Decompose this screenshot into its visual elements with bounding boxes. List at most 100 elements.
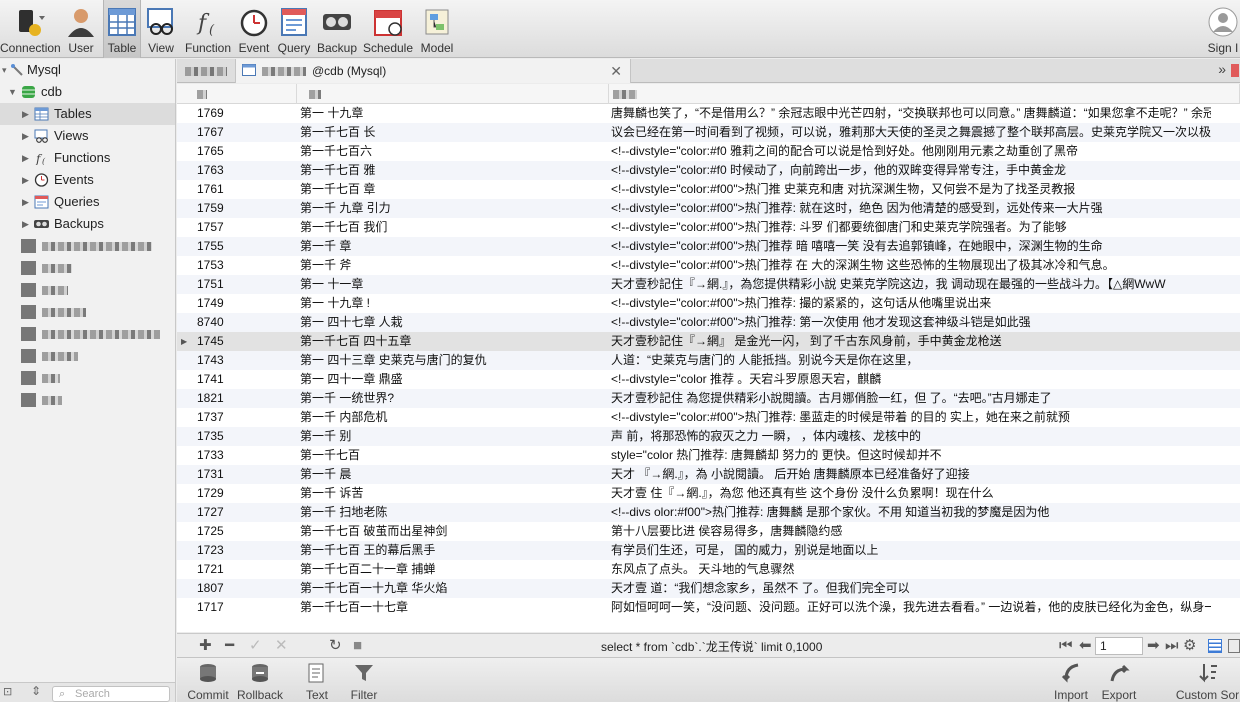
- toolbar-table[interactable]: Table: [103, 0, 141, 58]
- filter-button[interactable]: Filter: [342, 658, 386, 702]
- cell-id[interactable]: 1821: [195, 389, 295, 408]
- chevron-right-icon[interactable]: ▶: [22, 191, 32, 213]
- table-row[interactable]: 1731 第一千 晨天才 『→網.』，為 小說閱讀。 后开始 唐舞麟原本已经准备好…: [177, 465, 1240, 484]
- cell-title[interactable]: 第一千 九章 引力: [300, 199, 606, 218]
- table-row[interactable]: 1807 第一千七百一十九章 华火焰 天才壹 道：“我们想念家乡，虽然不 了。但我们…: [177, 579, 1240, 598]
- table-row[interactable]: 1737 第一千 内部危机 <!--divstyle="color:#f00">热门…: [177, 408, 1240, 427]
- chevron-right-icon[interactable]: ▶: [22, 213, 32, 235]
- cell-title[interactable]: 第一千七百一十九章 华火焰: [300, 579, 606, 598]
- tree-database-redacted[interactable]: [0, 279, 175, 301]
- cell-id[interactable]: 1731: [195, 465, 295, 484]
- table-row[interactable]: 1759 第一千 九章 引力 <!--divstyle="color:#f00">热…: [177, 199, 1240, 218]
- toolbar-user[interactable]: User: [58, 0, 104, 58]
- toolbar-schedule[interactable]: Schedule: [359, 0, 417, 58]
- toolbar-model[interactable]: Model: [417, 0, 457, 58]
- tree-node-tables[interactable]: ▶ Tables: [0, 103, 175, 125]
- table-row[interactable]: 1723 第一千七百 王的幕后黑手 有学员们生还，可是， 国的威力，别说是地面以上: [177, 541, 1240, 560]
- cell-id[interactable]: 1763: [195, 161, 295, 180]
- close-icon[interactable]: ✕: [610, 59, 622, 83]
- column-header-title[interactable]: [297, 84, 609, 104]
- cell-id[interactable]: 1727: [195, 503, 295, 522]
- text-button[interactable]: Text: [295, 658, 339, 702]
- table-row[interactable]: 1727 第一千 扫地老陈 <!--divs olor:#f00">热门推荐: 唐舞…: [177, 503, 1240, 522]
- table-row[interactable]: 1757 第一千七百 我们 <!--divstyle="color:#f00">热门…: [177, 218, 1240, 237]
- stop-button[interactable]: ■: [353, 636, 362, 656]
- cell-title[interactable]: 第一千七百 章: [300, 180, 606, 199]
- cell-content[interactable]: <!--divs olor:#f00">热门推荐: 唐舞麟 是那个家伙。不用 知…: [611, 503, 1211, 522]
- tree-database-cdb[interactable]: ▼ cdb: [0, 81, 175, 103]
- toolbar-function[interactable]: f( Function: [181, 0, 235, 58]
- refresh-button[interactable]: ↻: [329, 636, 342, 656]
- cell-id[interactable]: 1737: [195, 408, 295, 427]
- cell-title[interactable]: 第一千七百 破茧而出星神剑: [300, 522, 606, 541]
- cell-title[interactable]: 第一千 晨: [300, 465, 606, 484]
- discard-changes-button[interactable]: ✕: [275, 636, 288, 656]
- table-row[interactable]: 1769 第一 十九章 唐舞麟也笑了，“不是借用么？” 余冠志眼中光芒四射，“交换联…: [177, 104, 1240, 123]
- cell-title[interactable]: 第一千七百一十七章: [300, 598, 606, 617]
- cell-title[interactable]: 第一 四十一章 鼎盛: [300, 370, 606, 389]
- cell-content[interactable]: style="color 热门推荐: 唐舞麟却 努力的 更快。但这时候却并不: [611, 446, 1211, 465]
- cell-title[interactable]: 第一千七百 王的幕后黑手: [300, 541, 606, 560]
- cell-title[interactable]: 第一千 一统世界?: [300, 389, 606, 408]
- table-row[interactable]: 1763 第一千七百 雅 <!--divstyle="color:#f0 时候动了，…: [177, 161, 1240, 180]
- cell-id[interactable]: 1769: [195, 104, 295, 123]
- table-row[interactable]: 1751 第一 十一章 天才壹秒記住『→網.』，為您提供精彩小說 史莱克学院这边，我…: [177, 275, 1240, 294]
- add-row-button[interactable]: ✚: [199, 636, 212, 656]
- overflow-chevron-icon[interactable]: »: [1218, 61, 1226, 77]
- page-number-input[interactable]: 1: [1095, 637, 1143, 655]
- cell-content[interactable]: 阿如恒呵呵一笑，“没问题、没问题。正好可以洗个澡，我先进去看看。” 一边说着，他…: [611, 598, 1211, 617]
- cell-id[interactable]: 1757: [195, 218, 295, 237]
- table-row[interactable]: 1729 第一千 诉苦 天才壹 住『→網.』，為您 他还真有些 这个身份 没什么负累…: [177, 484, 1240, 503]
- tree-database-redacted[interactable]: [0, 235, 175, 257]
- cell-id[interactable]: 1765: [195, 142, 295, 161]
- toolbar-query[interactable]: Query: [273, 0, 315, 58]
- commit-button[interactable]: Commit: [183, 658, 233, 702]
- table-row[interactable]: 1767 第一千七百 长议会已经在第一时间看到了视频，可以说，雅莉那大天使的圣灵之…: [177, 123, 1240, 142]
- cell-content[interactable]: 唐舞麟也笑了，“不是借用么？” 余冠志眼中光芒四射，“交换联邦也可以同意。” 唐…: [611, 104, 1211, 123]
- custom-sort-button[interactable]: Custom Sor: [1175, 658, 1240, 702]
- cell-content[interactable]: <!--divstyle="color:#f0 时候动了，向前跨出一步，他的双眸…: [611, 161, 1211, 180]
- table-row[interactable]: 1755 第一千 章 <!--divstyle="color:#f00">热门推荐 …: [177, 237, 1240, 256]
- chevron-right-icon[interactable]: ▶: [22, 169, 32, 191]
- cell-content[interactable]: 声 前，将那恐怖的寂灭之力 一瞬， ，体内魂核、龙核中的: [611, 427, 1211, 446]
- cell-content[interactable]: <!--divstyle="color 推荐 。天宕斗罗原恩天宕，麒麟: [611, 370, 1211, 389]
- cell-content[interactable]: <!--divstyle="color:#f00">热门推荐: 墨蓝走的时候是带…: [611, 408, 1211, 427]
- table-row[interactable]: 1717 第一千七百一十七章 阿如恒呵呵一笑，“没问题、没问题。正好可以洗个澡，我先…: [177, 598, 1240, 617]
- cell-title[interactable]: 第一千 内部危机: [300, 408, 606, 427]
- cell-title[interactable]: 第一千 别: [300, 427, 606, 446]
- import-button[interactable]: Import: [1047, 658, 1095, 702]
- chevron-right-icon[interactable]: ▶: [22, 103, 32, 125]
- cell-title[interactable]: 第一千七百 长: [300, 123, 606, 142]
- table-row[interactable]: 8740 第一 四十七章 人栽 <!--divstyle="color:#f00">…: [177, 313, 1240, 332]
- table-row[interactable]: 1821 第一千 一统世界? 天才壹秒記住 為您提供精彩小說閱讀。古月娜俏脸一红，但…: [177, 389, 1240, 408]
- gear-icon[interactable]: ⚙: [1183, 636, 1196, 656]
- cell-content[interactable]: 天才 『→網.』，為 小說閱讀。 后开始 唐舞麟原本已经准备好了迎接: [611, 465, 1211, 484]
- tree-database-redacted[interactable]: [0, 323, 175, 345]
- tree-database-redacted[interactable]: [0, 345, 175, 367]
- cell-title[interactable]: 第一 十九章 !: [300, 294, 606, 313]
- chevron-right-icon[interactable]: ▶: [22, 125, 32, 147]
- table-row[interactable]: 1733 第一千七百 style="color 热门推荐: 唐舞麟却 努力的 更快。…: [177, 446, 1240, 465]
- next-page-button[interactable]: ➡: [1147, 636, 1160, 656]
- cell-content[interactable]: 天才壹秒記住『→網.』，為您提供精彩小說 史莱克学院这边，我 调动现在最强的一些…: [611, 275, 1211, 294]
- table-row[interactable]: 1749 第一 十九章 ! <!--divstyle="color:#f00">热门…: [177, 294, 1240, 313]
- table-row[interactable]: 1765 第一千七百六 <!--divstyle="color:#f0 雅莉之间的配…: [177, 142, 1240, 161]
- first-page-button[interactable]: ⏮: [1059, 636, 1073, 656]
- tree-database-redacted[interactable]: [0, 389, 175, 411]
- tab-active-table[interactable]: @cdb (Mysql) ✕: [235, 59, 631, 83]
- delete-row-button[interactable]: ━: [225, 636, 234, 656]
- toolbar-event[interactable]: Event: [235, 0, 273, 58]
- sort-icon[interactable]: ⇕: [31, 684, 41, 698]
- tree-node-events[interactable]: ▶ Events: [0, 169, 175, 191]
- last-page-button[interactable]: ⏭: [1165, 636, 1179, 656]
- tree-node-backups[interactable]: ▶ Backups: [0, 213, 175, 235]
- rollback-button[interactable]: Rollback: [235, 658, 285, 702]
- cell-content[interactable]: 人道：“史莱克与唐门的 人能抵挡。别说今天是你在这里，: [611, 351, 1211, 370]
- cell-content[interactable]: 第十八层要比进 侯容易得多，唐舞麟隐约感: [611, 522, 1211, 541]
- cell-id[interactable]: 1807: [195, 579, 295, 598]
- cell-content[interactable]: 天才壹秒記住『→網』 是金光一闪， 到了千古东风身前，手中黄金龙枪送: [611, 332, 1211, 351]
- table-row[interactable]: 1725 第一千七百 破茧而出星神剑 第十八层要比进 侯容易得多，唐舞麟隐约感: [177, 522, 1240, 541]
- cell-content[interactable]: <!--divstyle="color:#f00">热门推荐: 斗罗 们都要统御…: [611, 218, 1211, 237]
- column-header-content[interactable]: [609, 84, 1240, 104]
- column-header-id[interactable]: [177, 84, 297, 104]
